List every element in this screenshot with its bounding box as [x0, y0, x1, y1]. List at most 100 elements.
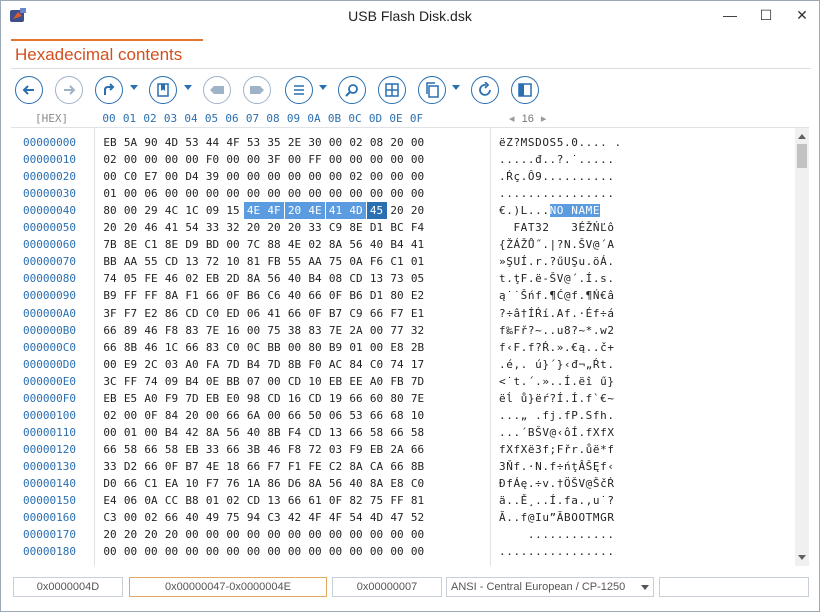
hex-byte[interactable]: 77	[387, 322, 407, 339]
hex-byte[interactable]: 13	[367, 270, 387, 287]
hex-byte[interactable]: 00	[387, 151, 407, 168]
hex-byte[interactable]: D1	[367, 287, 387, 304]
hex-byte[interactable]: B4	[387, 236, 407, 253]
hex-byte[interactable]: 00	[285, 168, 305, 185]
hex-byte[interactable]: FF	[305, 151, 325, 168]
text-row[interactable]: f‹F.f?Ŕ.».€ą..č+	[499, 339, 615, 356]
hex-byte[interactable]: 00	[346, 543, 366, 560]
hex-byte[interactable]: FF	[121, 373, 141, 390]
hex-byte[interactable]: 20	[285, 219, 305, 236]
hex-byte[interactable]: EB	[100, 390, 120, 407]
hex-byte[interactable]: B8	[182, 492, 202, 509]
hex-byte[interactable]: 20	[100, 526, 120, 543]
hex-byte[interactable]: 02	[182, 270, 202, 287]
list-dropdown-icon[interactable]	[319, 85, 327, 90]
hex-byte[interactable]: 20	[264, 219, 284, 236]
hex-byte[interactable]: 7D	[408, 373, 428, 390]
hex-byte[interactable]: 00	[100, 356, 120, 373]
hex-byte[interactable]: 8E	[162, 236, 182, 253]
hex-byte[interactable]: 00	[100, 424, 120, 441]
hex-byte[interactable]: C3	[100, 509, 120, 526]
hex-byte[interactable]: F9	[346, 441, 366, 458]
hex-byte[interactable]: 17	[408, 356, 428, 373]
hex-byte[interactable]: 44	[203, 134, 223, 151]
hex-byte[interactable]: 98	[244, 390, 264, 407]
hex-byte[interactable]: 46	[141, 339, 161, 356]
hex-row[interactable]: 00 C0 E7 00 D4 39 00 00 00 00 00 00 02 00 00 00	[95, 168, 491, 185]
hex-byte[interactable]: CD	[244, 492, 264, 509]
hex-byte[interactable]: 8B	[285, 356, 305, 373]
hex-byte[interactable]: E9	[121, 356, 141, 373]
hex-byte[interactable]: 81	[408, 492, 428, 509]
hex-byte[interactable]: 8A	[326, 236, 346, 253]
text-row[interactable]: ĐfÁę.÷v.†ÖŠV@ŠčŔ	[499, 475, 615, 492]
hex-byte[interactable]: EB	[367, 441, 387, 458]
hex-row[interactable]: 66 8B 46 1C 66 83 C0 0C BB 00 80 B9 01 00 E8 2B	[95, 339, 491, 356]
hex-byte[interactable]: 1C	[182, 202, 202, 219]
hex-byte[interactable]: 16	[285, 390, 305, 407]
hex-byte[interactable]: 66	[346, 390, 366, 407]
hex-byte[interactable]: 80	[387, 390, 407, 407]
hex-byte[interactable]: 00	[285, 339, 305, 356]
forward-button[interactable]	[55, 76, 83, 104]
hex-byte[interactable]: 1A	[244, 475, 264, 492]
hex-byte[interactable]: 00	[100, 543, 120, 560]
hex-byte[interactable]: 84	[162, 407, 182, 424]
hex-byte[interactable]: 00	[387, 543, 407, 560]
hex-byte[interactable]: FE	[305, 458, 325, 475]
hex-byte[interactable]: FE	[141, 270, 161, 287]
hex-byte[interactable]: 02	[100, 407, 120, 424]
hex-byte[interactable]: 66	[285, 407, 305, 424]
hex-row[interactable]: 20 20 20 20 00 00 00 00 00 00 00 00 00 00 00 00	[95, 526, 491, 543]
hex-byte[interactable]: 81	[244, 253, 264, 270]
hex-byte[interactable]: 00	[223, 543, 243, 560]
hex-byte[interactable]: 58	[121, 441, 141, 458]
hex-byte[interactable]: 06	[244, 305, 264, 322]
hex-byte[interactable]: 00	[264, 407, 284, 424]
hex-byte[interactable]: FB	[387, 373, 407, 390]
hex-byte[interactable]: 00	[285, 185, 305, 202]
hex-byte[interactable]: 66	[223, 441, 243, 458]
list-button[interactable]	[285, 76, 313, 104]
hex-byte[interactable]: 7B	[100, 236, 120, 253]
hex-byte[interactable]: BB	[100, 253, 120, 270]
hex-byte[interactable]: 00	[367, 185, 387, 202]
hex-byte[interactable]: F4	[408, 219, 428, 236]
hex-byte[interactable]: B7	[326, 305, 346, 322]
hex-byte[interactable]: 06	[141, 185, 161, 202]
hex-byte[interactable]: 38	[285, 322, 305, 339]
hex-byte[interactable]: A0	[367, 373, 387, 390]
hex-byte[interactable]: 41	[264, 305, 284, 322]
hex-byte[interactable]: 60	[367, 390, 387, 407]
hex-byte[interactable]: 88	[264, 236, 284, 253]
hex-byte[interactable]: C0	[408, 475, 428, 492]
hex-byte[interactable]: C0	[223, 339, 243, 356]
hex-byte[interactable]: D2	[121, 458, 141, 475]
hex-byte[interactable]: C2	[326, 458, 346, 475]
hex-byte[interactable]: 66	[387, 458, 407, 475]
hex-byte[interactable]: 00	[121, 202, 141, 219]
hex-byte[interactable]: 3C	[100, 373, 120, 390]
hex-byte[interactable]: 8A	[203, 424, 223, 441]
hex-byte[interactable]: 7D	[264, 356, 284, 373]
hex-byte[interactable]: 55	[285, 253, 305, 270]
hex-byte[interactable]: B9	[326, 339, 346, 356]
hex-byte[interactable]: B6	[244, 287, 264, 304]
hex-byte[interactable]: 33	[203, 219, 223, 236]
hex-byte[interactable]: 00	[367, 543, 387, 560]
hex-byte[interactable]: 19	[326, 390, 346, 407]
text-row[interactable]: ................	[499, 185, 615, 202]
hex-byte[interactable]: 4F	[264, 202, 284, 220]
hex-byte[interactable]: 75	[223, 509, 243, 526]
bookmark-button[interactable]	[149, 76, 177, 104]
text-row[interactable]: ...´BŠV@‹ôÍ.fXfX	[499, 424, 615, 441]
hex-byte[interactable]: 4E	[305, 202, 325, 220]
hex-byte[interactable]: B9	[100, 287, 120, 304]
hex-byte[interactable]: 20	[141, 526, 161, 543]
hex-byte[interactable]: 02	[223, 492, 243, 509]
hex-byte[interactable]: 66	[100, 322, 120, 339]
page-next-button[interactable]: ▸	[541, 113, 547, 125]
hex-byte[interactable]: BC	[387, 219, 407, 236]
hex-byte[interactable]: 06	[326, 407, 346, 424]
hex-byte[interactable]: 2A	[346, 322, 366, 339]
